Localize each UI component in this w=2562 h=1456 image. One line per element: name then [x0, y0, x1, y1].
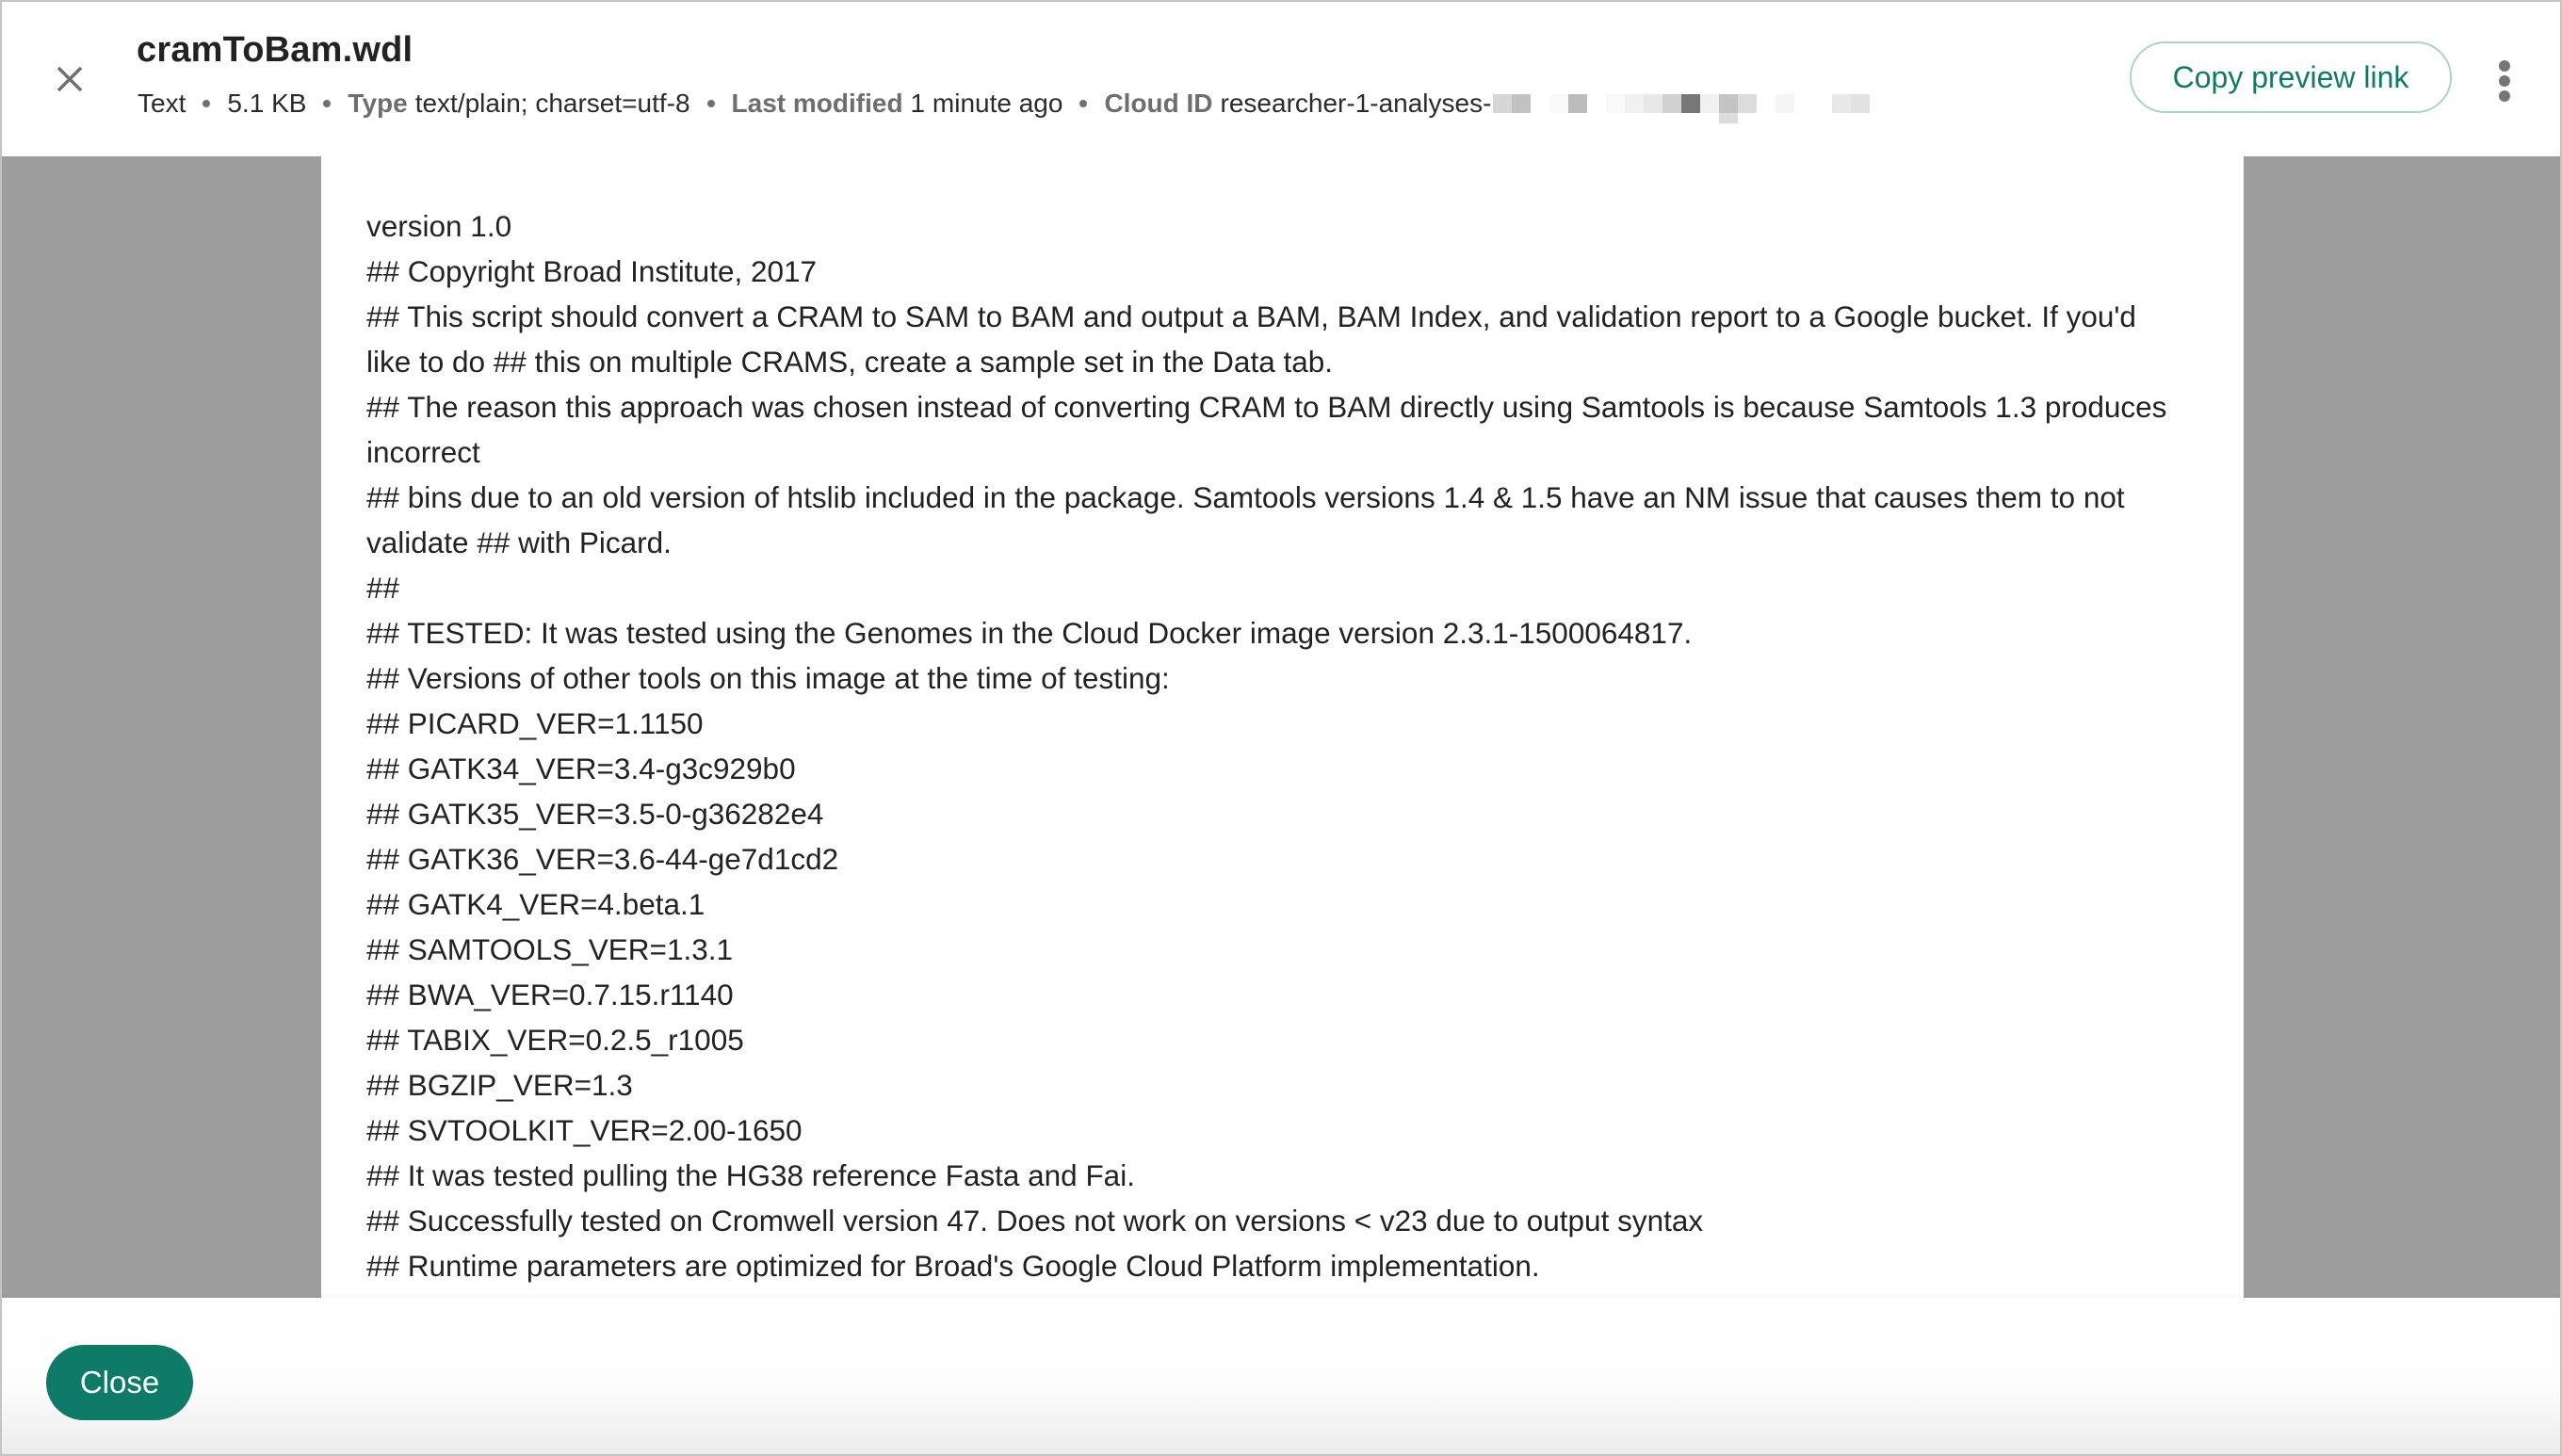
- separator-dot: [1079, 100, 1088, 107]
- file-title: cramToBam.wdl: [137, 30, 413, 70]
- kebab-dot: [2499, 75, 2510, 87]
- document-line: ## BGZIP_VER=1.3: [366, 1068, 633, 1102]
- file-kind: Text: [138, 89, 186, 118]
- document-line: ## PICARD_VER=1.1150: [366, 706, 704, 740]
- redacted-cloud-id: [1493, 94, 1871, 123]
- document-line: ## SVTOOLKIT_VER=2.00-1650: [366, 1113, 803, 1147]
- copy-preview-link-button[interactable]: Copy preview link: [2130, 41, 2452, 113]
- document-line: ## Successfully tested on Cromwell versi…: [366, 1204, 1704, 1238]
- modified-label: Last modified: [731, 89, 903, 118]
- document-line: ## This script should convert a CRAM to …: [366, 299, 2136, 379]
- close-button[interactable]: Close: [46, 1345, 193, 1420]
- document-line: ## TABIX_VER=0.2.5_r1005: [366, 1023, 744, 1057]
- modal-footer: Close: [2, 1298, 2560, 1454]
- type-label: Type: [348, 89, 408, 118]
- document-line: version 1.0: [366, 209, 512, 243]
- separator-dot: [323, 100, 332, 107]
- document-line: ## The reason this approach was chosen i…: [366, 390, 2167, 469]
- preview-viewer: version 1.0 ## Copyright Broad Institute,…: [2, 156, 2560, 1298]
- document-line: ## GATK34_VER=3.4-g3c929b0: [366, 752, 796, 785]
- kebab-dot: [2499, 90, 2510, 102]
- separator-dot: [203, 100, 211, 107]
- document-line: ## GATK4_VER=4.beta.1: [366, 887, 705, 921]
- cloud-id-label: Cloud ID: [1104, 89, 1213, 118]
- document-line: ##: [366, 571, 400, 605]
- file-size: 5.1 KB: [227, 89, 307, 118]
- document-line: ## Copyright Broad Institute, 2017: [366, 254, 818, 288]
- document-page[interactable]: version 1.0 ## Copyright Broad Institute,…: [321, 156, 2244, 1298]
- document-line: ## Versions of other tools on this image…: [366, 661, 1170, 695]
- document-line: ## GATK35_VER=3.5-0-g36282e4: [366, 797, 824, 831]
- separator-dot: [706, 100, 715, 107]
- document-line: ## It was tested pulling the HG38 refere…: [366, 1158, 1135, 1192]
- document-line: ## bins due to an old version of htslib …: [366, 480, 2125, 559]
- file-metadata: Text 5.1 KB Type text/plain; charset=utf…: [138, 89, 1871, 123]
- type-value: text/plain; charset=utf-8: [414, 89, 690, 118]
- document-line: ##: [366, 1288, 2187, 1298]
- cloud-id-value: researcher-1-analyses-: [1220, 89, 1492, 118]
- more-vert-icon[interactable]: [2489, 60, 2521, 102]
- kebab-dot: [2499, 60, 2510, 72]
- document-line: ## GATK36_VER=3.6-44-ge7d1cd2: [366, 842, 839, 876]
- file-preview-modal: cramToBam.wdl Text 5.1 KB Type text/plai…: [0, 0, 2562, 1456]
- modal-header: cramToBam.wdl Text 5.1 KB Type text/plai…: [2, 2, 2560, 156]
- document-line: ## TESTED: It was tested using the Genom…: [366, 616, 1693, 650]
- document-line: ## BWA_VER=0.7.15.r1140: [366, 978, 734, 1011]
- document-line: ## SAMTOOLS_VER=1.3.1: [366, 932, 733, 966]
- modified-value: 1 minute ago: [910, 89, 1063, 118]
- document-line: ## Runtime parameters are optimized for …: [366, 1249, 1540, 1283]
- close-icon[interactable]: [49, 58, 90, 100]
- document-text: version 1.0 ## Copyright Broad Institute,…: [366, 203, 2187, 1298]
